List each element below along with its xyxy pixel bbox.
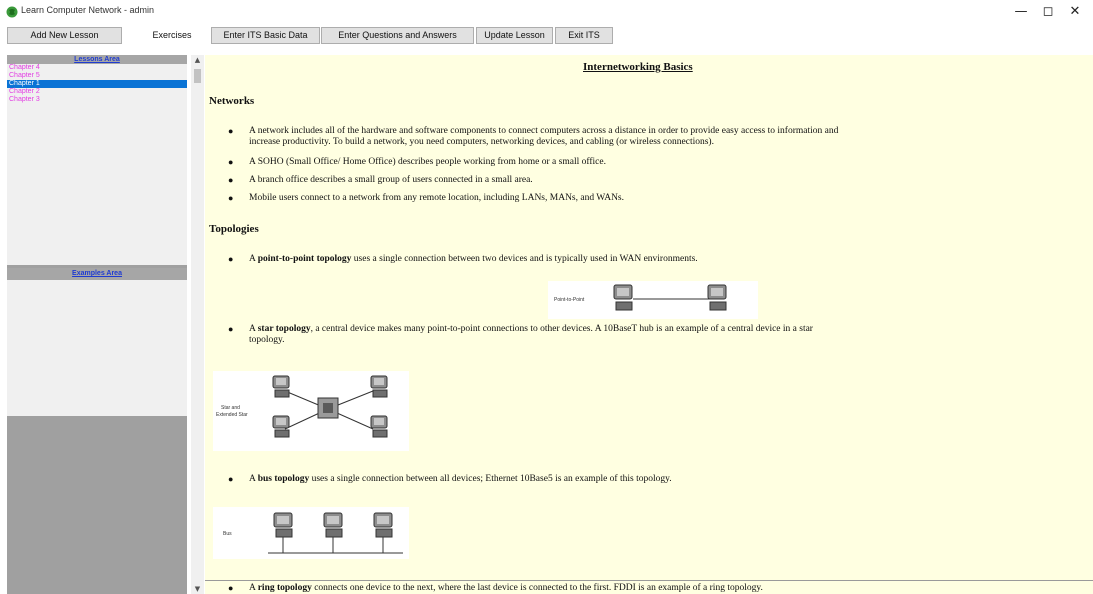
star-diagram-art (272, 375, 388, 438)
computer-icon (707, 284, 727, 311)
bullet-icon: ● (228, 193, 234, 203)
topologies-heading: Topologies (209, 223, 259, 235)
bus-bullet: ● A bus topology uses a single connectio… (228, 474, 672, 485)
star-bullet: ● A star topology, a central device make… (228, 324, 1069, 346)
computer-icon (370, 415, 388, 438)
scroll-up-arrow-icon[interactable]: ▲ (191, 55, 204, 65)
bullet-icon: ● (228, 583, 234, 593)
networks-bullet-3: ● A branch office describes a small grou… (228, 175, 533, 186)
bus-diagram-art (268, 512, 403, 554)
bullet-icon: ● (228, 126, 234, 136)
divider (205, 580, 1093, 581)
lessons-area-header: Lessons Area (7, 55, 187, 64)
computer-icon (272, 415, 290, 438)
p2p-diagram: Point-to-Point (548, 281, 758, 319)
article-text: A (249, 474, 256, 484)
left-pane: Lessons Area Chapter 4 Chapter 5 Chapter 1… (7, 55, 187, 594)
hub-icon (317, 397, 339, 419)
computer-icon (373, 512, 393, 538)
title-bar: Learn Computer Network - admin — ◻ ✕ (0, 0, 1093, 24)
computer-icon (273, 512, 293, 538)
bullet-text: uses a single connection between two dev… (351, 254, 698, 264)
networks-heading: Networks (209, 95, 255, 107)
networks-bullet-2: ● A SOHO (Small Office/ Home Office) des… (228, 157, 606, 168)
computer-icon (370, 375, 388, 398)
p2p-term: point-to-point topology (257, 254, 352, 264)
lesson-item[interactable]: Chapter 5 (7, 72, 187, 80)
computer-icon (613, 284, 633, 311)
page-title: Internetworking Basics (583, 61, 693, 73)
ring-term: ring topology (257, 583, 312, 593)
bus-diagram: Bus (213, 507, 409, 559)
bullet-icon: ● (228, 324, 234, 334)
article-text: A (249, 324, 256, 334)
bullet-icon: ● (228, 474, 234, 484)
bullet-text: increase productivity. To build a networ… (249, 137, 714, 147)
lesson-item[interactable]: Chapter 2 (7, 88, 187, 96)
examples-panel: Examples Area (7, 268, 187, 416)
p2p-bullet: ● A point-to-point topology uses a singl… (228, 254, 698, 265)
lessons-panel: Lessons Area Chapter 4 Chapter 5 Chapter 1… (7, 55, 187, 265)
bullet-text: A branch office describes a small group … (249, 175, 533, 185)
computer-icon (272, 375, 290, 398)
app-icon (6, 6, 18, 18)
lesson-item[interactable]: Chapter 1 (7, 80, 187, 88)
networks-bullet-4: ● Mobile users connect to a network from… (228, 193, 624, 204)
scroll-down-arrow-icon[interactable]: ▼ (191, 584, 204, 594)
lesson-item[interactable]: Chapter 3 (7, 96, 187, 104)
bullet-icon: ● (228, 175, 234, 185)
lesson-item[interactable]: Chapter 4 (7, 64, 187, 72)
scroll-thumb[interactable] (194, 69, 201, 83)
star-diagram: Star and Extended Star (213, 371, 409, 451)
article-text: A (249, 254, 256, 264)
bullet-text: topology. (249, 335, 285, 345)
bullet-icon: ● (228, 157, 234, 167)
p2p-diagram-art (613, 284, 727, 311)
close-button[interactable]: ✕ (1057, 0, 1093, 24)
bus-term: bus topology (257, 474, 310, 484)
lesson-content: Internetworking Basics Networks ● A netw… (205, 55, 1093, 594)
enter-questions-button[interactable]: Enter Questions and Answers (321, 27, 474, 44)
update-lesson-button[interactable]: Update Lesson (476, 27, 553, 44)
add-new-lesson-button[interactable]: Add New Lesson (7, 27, 122, 44)
star-term: star topology (257, 324, 311, 334)
article-text: A (249, 583, 256, 593)
exit-its-button[interactable]: Exit ITS (555, 27, 613, 44)
bullet-text: connects one device to the next, where t… (311, 583, 763, 593)
bullet-icon: ● (228, 254, 234, 264)
networks-bullet-1: ● A network includes all of the hardware… (228, 126, 1089, 148)
bullet-text: Mobile users connect to a network from a… (249, 193, 624, 203)
content-scrollbar[interactable]: ▲ ▼ (191, 55, 204, 594)
computer-icon (323, 512, 343, 538)
ring-bullet: ● A ring topology connects one device to… (228, 583, 763, 594)
bullet-text: A SOHO (Small Office/ Home Office) descr… (249, 157, 606, 167)
lesson-list: Chapter 4 Chapter 5 Chapter 1 Chapter 2 Chap… (7, 64, 187, 104)
enter-its-basic-data-button[interactable]: Enter ITS Basic Data (211, 27, 320, 44)
toolbar: Add New Lesson Exercises Enter ITS Basic… (0, 26, 1093, 46)
bullet-text: , a central device makes many point-to-p… (310, 324, 813, 334)
window-title: Learn Computer Network - admin (21, 5, 155, 15)
examples-area-header: Examples Area (7, 268, 187, 280)
bullet-text: A network includes all of the hardware a… (249, 126, 839, 136)
bullet-text: uses a single connection between all dev… (309, 474, 672, 484)
exercises-button[interactable]: Exercises (145, 27, 199, 44)
